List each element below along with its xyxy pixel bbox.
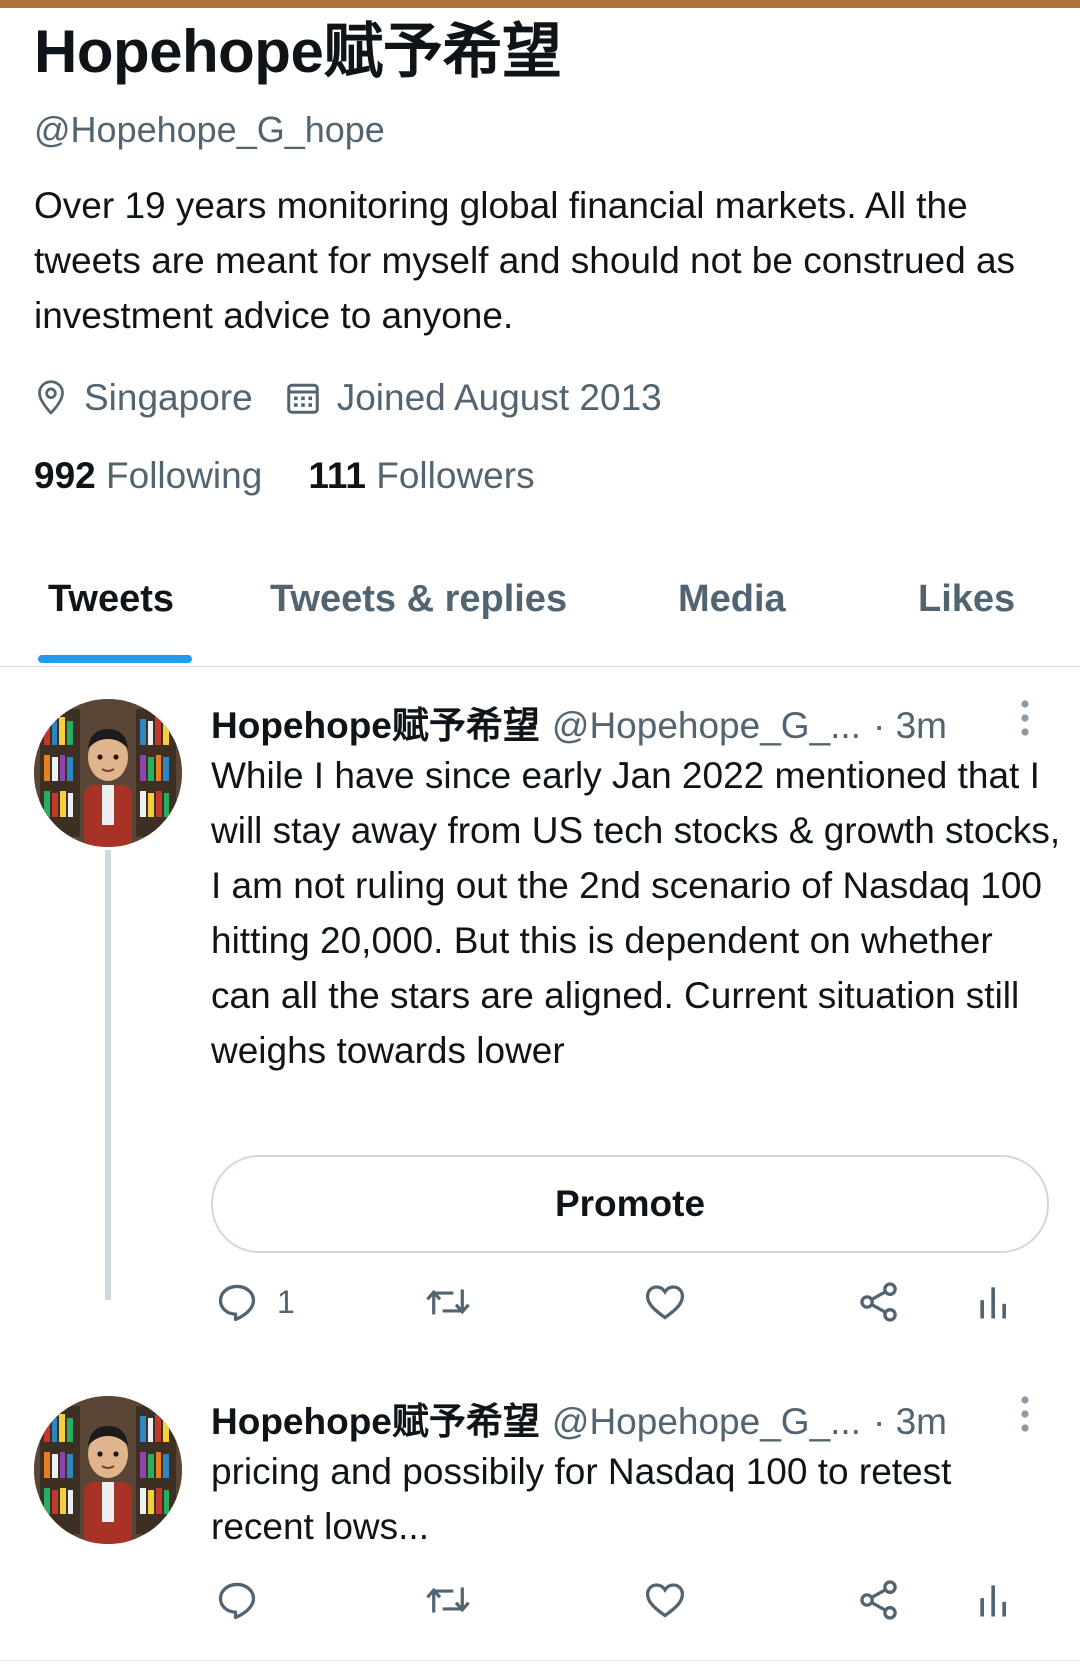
avatar-image [34, 1396, 182, 1544]
profile-location: Singapore [34, 377, 253, 419]
analytics-button[interactable] [973, 1578, 1017, 1622]
retweet-icon [426, 1289, 470, 1315]
tweet-author-name[interactable]: Hopehope赋予希望 [211, 695, 540, 749]
retweet-icon [426, 1587, 470, 1613]
tweet-author-handle[interactable]: @Hopehope_G_... [552, 1401, 861, 1443]
follow-counts: 992 Following 111 Followers [34, 455, 1044, 497]
divider [0, 1660, 1080, 1661]
tab-media[interactable]: Media [678, 578, 786, 621]
tweet-actions [211, 1578, 1051, 1638]
active-tab-indicator [38, 655, 192, 663]
tweet-actions: 1 [211, 1280, 1051, 1340]
analytics-button[interactable] [973, 1280, 1017, 1324]
tab-tweets[interactable]: Tweets [48, 578, 174, 621]
followers-link[interactable]: 111 Followers [308, 455, 534, 497]
share-icon [860, 1282, 897, 1322]
tab-likes[interactable]: Likes [918, 578, 1015, 621]
profile-header: Hopehope赋予希望 @Hopehope_G_hope Over 19 ye… [34, 18, 1044, 497]
tweet-author-name[interactable]: Hopehope赋予希望 [211, 1391, 540, 1445]
tweet-author-handle[interactable]: @Hopehope_G_... [552, 705, 861, 747]
location-label: Singapore [84, 377, 253, 418]
more-vertical-icon[interactable] [1018, 1394, 1032, 1434]
analytics-icon [980, 1287, 1006, 1319]
more-vertical-icon[interactable] [1018, 698, 1032, 738]
calendar-icon [286, 383, 319, 414]
tweet-header: Hopehope赋予希望 @Hopehope_G_... · 3m [211, 695, 947, 749]
like-button[interactable] [643, 1578, 687, 1622]
location-pin-icon [38, 380, 64, 415]
thread-connector [105, 850, 111, 1300]
retweet-button[interactable] [423, 1280, 473, 1324]
share-button[interactable] [857, 1578, 901, 1622]
share-icon [860, 1580, 897, 1620]
tweet-text: While I have since early Jan 2022 mentio… [211, 755, 1061, 1071]
retweet-button[interactable] [423, 1578, 473, 1622]
following-link[interactable]: 992 Following [34, 455, 262, 497]
top-accent-bar [0, 0, 1080, 8]
tab-tweets-and-replies[interactable]: Tweets & replies [270, 578, 567, 621]
following-label: Following [106, 455, 263, 496]
reply-count: 1 [277, 1283, 295, 1320]
profile-display-name: Hopehope赋予希望 [34, 18, 562, 85]
tweet-timestamp[interactable]: · 3m [873, 1401, 947, 1443]
avatar-image [34, 699, 182, 847]
avatar[interactable] [34, 1396, 182, 1544]
tweet-text: pricing and possibily for Nasdaq 100 to … [211, 1451, 952, 1547]
reply-button[interactable] [215, 1578, 277, 1622]
share-button[interactable] [857, 1280, 901, 1324]
like-button[interactable] [643, 1280, 687, 1324]
tweet-timestamp[interactable]: · 3m [873, 705, 947, 747]
avatar[interactable] [34, 699, 182, 847]
heart-icon [645, 1285, 685, 1320]
profile-handle: @Hopehope_G_hope [34, 109, 385, 150]
analytics-icon [980, 1585, 1006, 1617]
promote-button[interactable]: Promote [211, 1155, 1049, 1253]
profile-bio: Over 19 years monitoring global financia… [34, 185, 1016, 336]
reply-icon [218, 1582, 256, 1620]
followers-label: Followers [376, 455, 535, 496]
followers-count: 111 [308, 455, 366, 496]
profile-meta: Singapore Joined August 2013 [34, 377, 1044, 419]
joined-label: Joined August 2013 [336, 377, 662, 418]
reply-button[interactable]: 1 [215, 1280, 295, 1324]
heart-icon [645, 1583, 685, 1618]
tweet-header: Hopehope赋予希望 @Hopehope_G_... · 3m [211, 1391, 947, 1445]
profile-tabs: Tweets Tweets & replies Media Likes [0, 560, 1080, 667]
profile-joined: Joined August 2013 [285, 377, 662, 419]
reply-icon [218, 1284, 256, 1322]
following-count: 992 [34, 455, 96, 496]
